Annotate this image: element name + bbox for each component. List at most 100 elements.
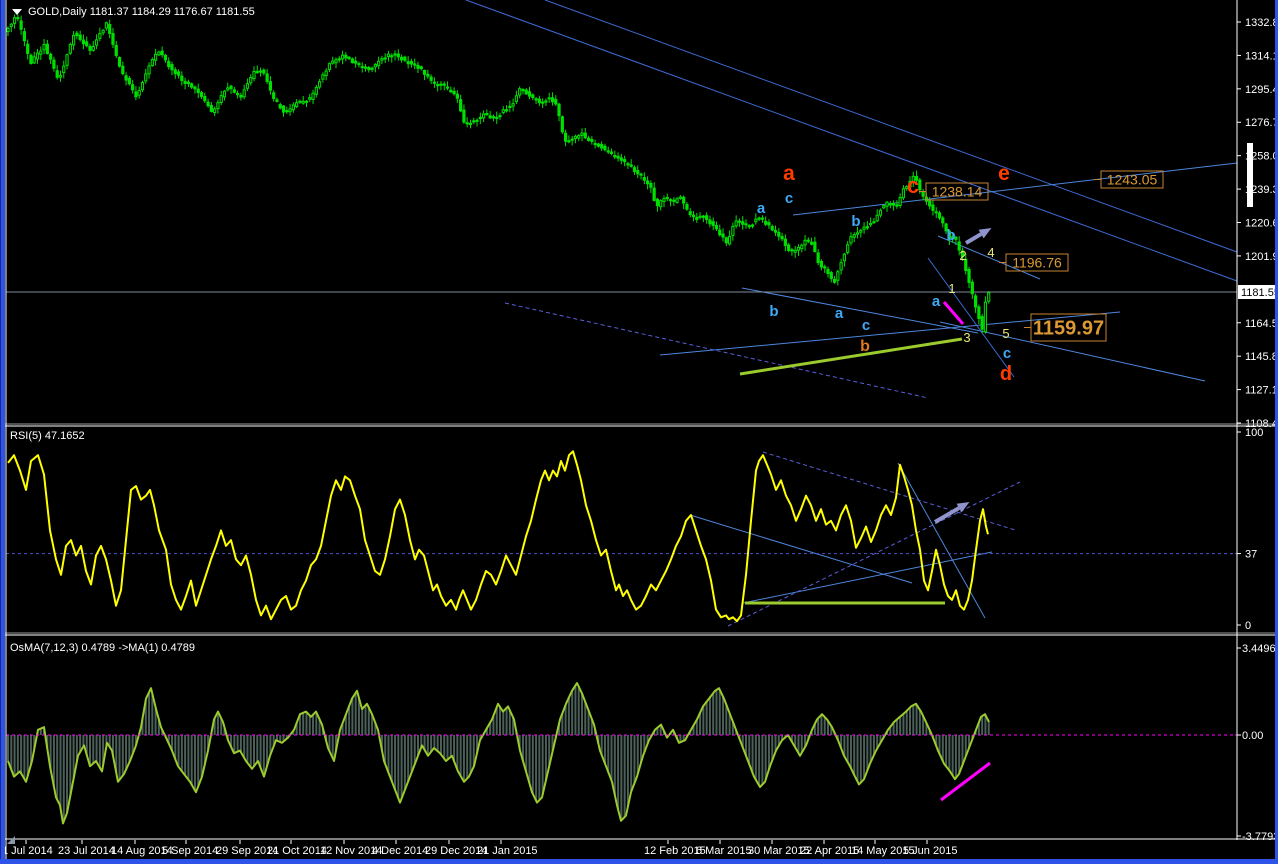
wave-letter-label[interactable]: c <box>785 190 793 207</box>
candle-body <box>675 198 679 203</box>
candle-body <box>649 182 653 188</box>
candle-body <box>429 76 433 81</box>
candle-body <box>396 53 400 58</box>
candle-body <box>810 241 814 245</box>
candle-body <box>967 268 971 283</box>
candle-body <box>176 71 181 76</box>
candle-body <box>655 198 660 207</box>
candle-body <box>386 53 391 58</box>
candle-body <box>541 101 545 104</box>
candle-body <box>642 177 646 181</box>
candle-body <box>114 44 118 57</box>
wave-letter-label[interactable]: b <box>769 303 778 320</box>
candle-body <box>449 89 453 93</box>
candle-body <box>718 229 722 236</box>
wave-number-label[interactable]: 2 <box>959 248 966 263</box>
wave-letter-label[interactable]: a <box>783 162 795 185</box>
candle-body <box>291 104 295 111</box>
candle-body <box>295 102 299 108</box>
candle-body <box>606 150 610 153</box>
time-axis-label: 5 Sep 2014 <box>162 845 218 857</box>
candle-body <box>511 103 515 107</box>
rsi-axis-label: 0 <box>1245 620 1251 632</box>
wave-letter-label[interactable]: c <box>907 173 919 198</box>
price-axis-label: 1164.53 <box>1245 318 1278 330</box>
axis-scrollbar-thumb[interactable] <box>1247 143 1253 207</box>
wave-letter-label[interactable]: b <box>851 213 860 230</box>
wave-number-label[interactable]: 3 <box>963 330 970 345</box>
candle-body <box>613 154 617 158</box>
price-tag[interactable]: 1159.97 <box>1024 313 1107 342</box>
main-chart-canvas[interactable] <box>6 0 1237 424</box>
candle-body <box>331 60 335 64</box>
candle-body <box>862 226 866 230</box>
candle-body <box>580 132 584 136</box>
wave-number-label[interactable]: 4 <box>987 245 994 260</box>
candle-body <box>265 73 269 82</box>
candle-body <box>934 211 938 214</box>
candle-body <box>216 102 220 110</box>
candle-body <box>268 81 272 91</box>
candle-body <box>928 200 932 207</box>
candle-body <box>419 66 423 70</box>
candle-body <box>173 69 177 75</box>
candle-body <box>616 155 620 159</box>
candle-body <box>281 105 286 113</box>
candle-body <box>98 33 102 39</box>
candle-body <box>219 95 223 104</box>
candle-body <box>58 74 63 78</box>
wave-letter-label[interactable]: c <box>862 317 870 334</box>
candle-body <box>711 221 715 226</box>
wave-letter-label[interactable]: a <box>835 305 844 322</box>
wave-letter-label[interactable]: a <box>932 293 941 310</box>
candle-body <box>52 59 56 69</box>
candle-body <box>839 262 843 271</box>
price-tag-value: 1243.05 <box>1107 172 1158 188</box>
candle-body <box>383 57 387 60</box>
candle-body <box>167 60 171 68</box>
candle-body <box>665 196 669 199</box>
candle-body <box>846 244 850 253</box>
price-tag-value: 1159.97 <box>1033 318 1104 340</box>
candle-body <box>885 201 889 207</box>
candle-body <box>111 33 115 45</box>
candle-body <box>498 115 502 118</box>
candle-body <box>501 109 505 114</box>
candle-body <box>403 56 407 61</box>
candle-body <box>796 246 801 251</box>
candle-body <box>701 215 705 218</box>
candle-body <box>898 196 902 206</box>
candle-body <box>236 92 240 96</box>
candle-body <box>708 219 712 225</box>
candle-body <box>196 88 200 94</box>
wave-letter-label[interactable]: d <box>1000 363 1012 385</box>
wave-letter-label[interactable]: b <box>860 338 870 355</box>
candle-body <box>672 199 676 202</box>
candle-body <box>9 23 13 28</box>
candle-body <box>278 104 282 109</box>
candle-body <box>373 64 377 68</box>
wave-number-label[interactable]: 1 <box>948 281 955 296</box>
candle-body <box>760 217 764 220</box>
candle-body <box>754 218 758 223</box>
candle-body <box>780 235 784 240</box>
candle-body <box>521 89 525 92</box>
candle-body <box>183 80 187 84</box>
candle-body <box>108 23 112 34</box>
wave-number-label[interactable]: 5 <box>1002 326 1009 341</box>
rsi-label: RSI(5) 47.1652 <box>10 430 85 442</box>
candle-body <box>547 97 551 100</box>
candle-body <box>518 88 522 96</box>
candle-body <box>304 100 309 103</box>
wave-letter-label[interactable]: c <box>1003 345 1011 362</box>
rsi-panel-canvas[interactable] <box>6 428 1237 631</box>
wave-letter-label[interactable]: b <box>946 227 955 244</box>
candle-body <box>646 180 650 185</box>
candle-body <box>377 60 381 67</box>
wave-letter-label[interactable]: a <box>757 200 766 217</box>
candle-body <box>537 98 541 104</box>
candle-body <box>393 53 397 56</box>
candle-body <box>787 244 791 251</box>
wave-letter-label[interactable]: e <box>998 162 1010 185</box>
candle-body <box>242 89 246 98</box>
